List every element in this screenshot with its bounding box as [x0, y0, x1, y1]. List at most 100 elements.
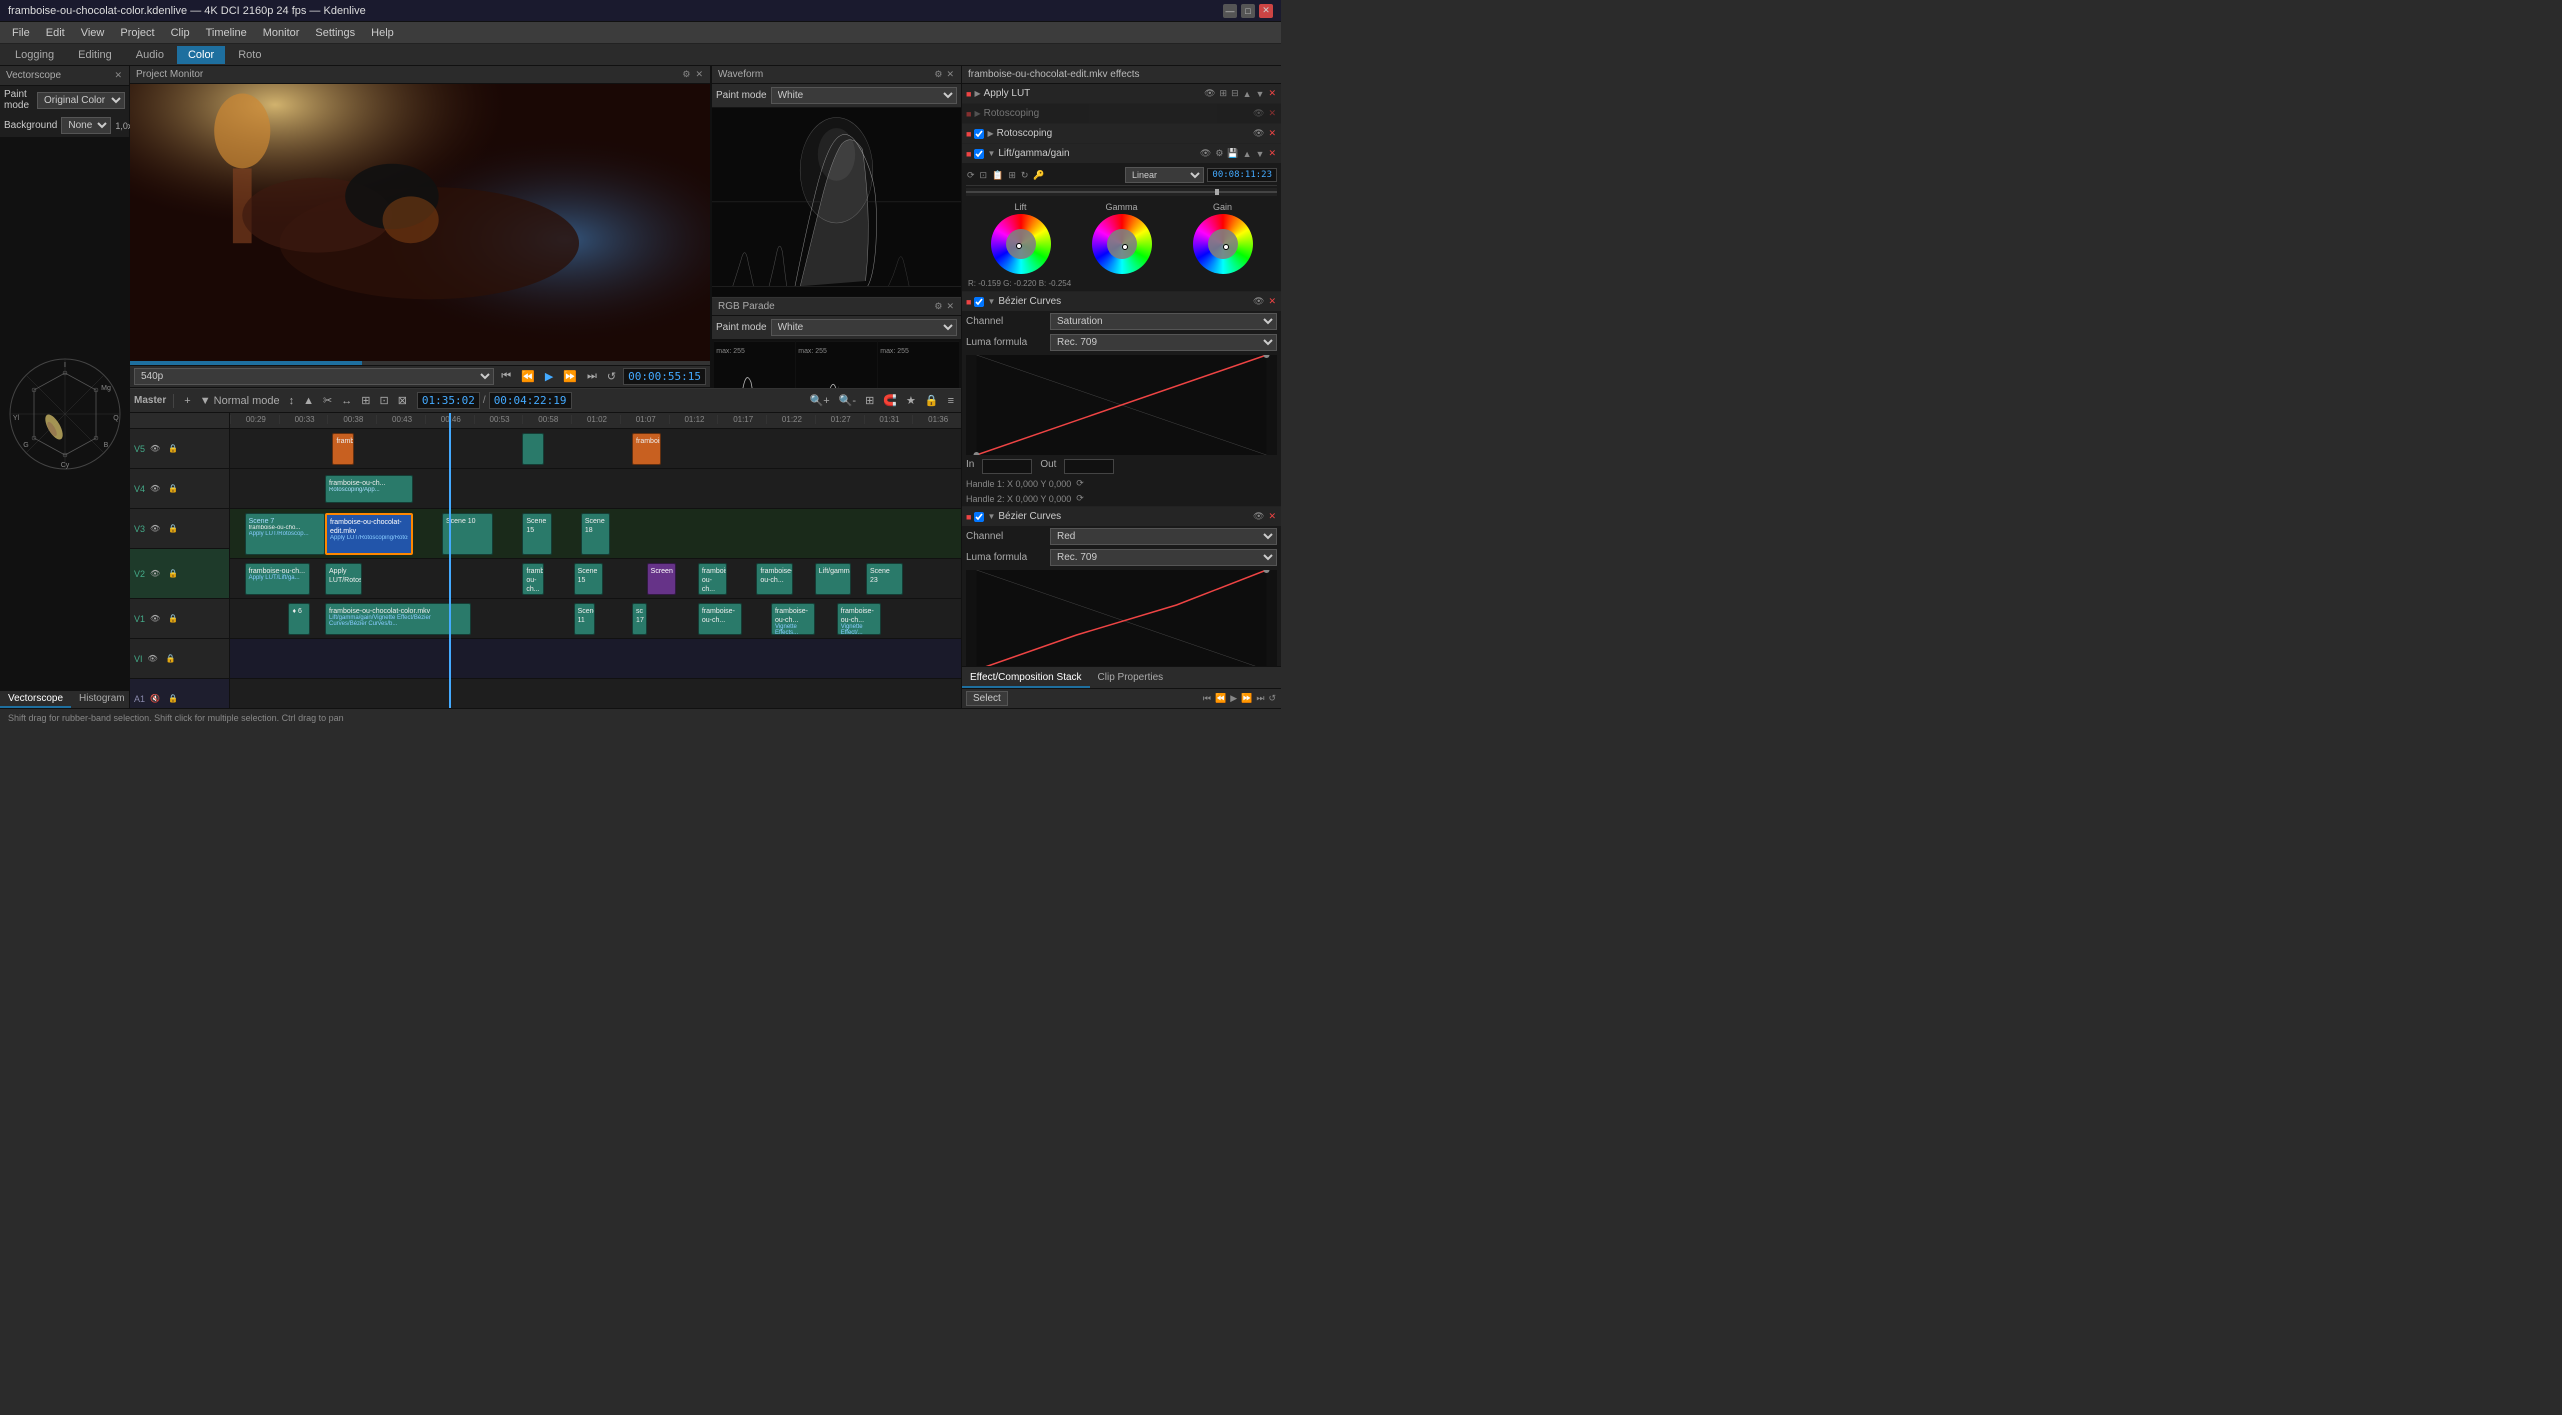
track-v4-eye[interactable]: 👁	[147, 483, 163, 494]
clip-v3-3[interactable]: Scene 15	[522, 513, 551, 555]
track-a1-lock[interactable]: 🔒	[165, 693, 181, 704]
tab-vectorscope[interactable]: Vectorscope	[0, 691, 71, 708]
vectorscope-close[interactable]: ✕	[113, 69, 123, 82]
effect-down-btn[interactable]: ▼	[1255, 87, 1266, 100]
effect-roto1-del[interactable]: ✕	[1267, 107, 1277, 120]
clip-v5-2[interactable]	[522, 433, 544, 465]
clip-v1-4[interactable]: sc 17	[632, 603, 647, 635]
effect-lgg-down[interactable]: ▼	[1255, 147, 1266, 160]
effect-roto2-del[interactable]: ✕	[1267, 127, 1277, 140]
tab-logging[interactable]: Logging	[4, 46, 65, 64]
tl-ungroup-btn[interactable]: ⊠	[395, 393, 410, 408]
resolution-select[interactable]: 540p	[134, 368, 494, 385]
lgg-ctrl-3[interactable]: 📋	[991, 169, 1004, 182]
tab-color[interactable]: Color	[177, 46, 225, 64]
effect-lgg-eye[interactable]: 👁	[1199, 147, 1212, 160]
clip-v5-3[interactable]: framboise	[632, 433, 661, 465]
menu-view[interactable]: View	[73, 25, 113, 41]
tl-mode-select[interactable]: ▼ Normal mode	[197, 394, 283, 408]
stack-play[interactable]: ▶	[1229, 692, 1238, 705]
lift-wheel[interactable]	[991, 214, 1051, 274]
effect-bezier1-checkbox[interactable]	[974, 297, 984, 307]
tab-histogram[interactable]: Histogram	[71, 691, 133, 708]
effect-roto1-eye[interactable]: 👁	[1252, 107, 1265, 120]
waveform-close[interactable]: ✕	[945, 68, 955, 81]
clip-v3-4[interactable]: Scene 18	[581, 513, 610, 555]
lgg-slider-thumb[interactable]	[1215, 189, 1219, 195]
lgg-ctrl-4[interactable]: ⊞	[1007, 169, 1017, 182]
clip-v1-6[interactable]: framboise-ou-ch... Vignette Effects...	[771, 603, 815, 635]
clip-v2-9[interactable]: Scene 23	[866, 563, 903, 595]
menu-file[interactable]: File	[4, 25, 38, 41]
gamma-wheel[interactable]	[1092, 214, 1152, 274]
effect-lgg-save[interactable]: 💾	[1226, 147, 1239, 160]
tl-zoom-in[interactable]: 🔍+	[807, 393, 833, 408]
tab-roto[interactable]: Roto	[227, 46, 272, 64]
tl-lock[interactable]: 🔒	[922, 393, 942, 408]
tl-add-btn[interactable]: +	[181, 394, 193, 408]
tl-razor-btn[interactable]: ✂	[320, 393, 335, 408]
menu-monitor[interactable]: Monitor	[255, 25, 308, 41]
bezier2-luma-select[interactable]: Rec. 709	[1050, 549, 1277, 566]
minimize-button[interactable]: —	[1223, 4, 1237, 18]
track-vi-lock[interactable]: 🔒	[163, 653, 179, 664]
stack-fwd[interactable]: ⏩	[1240, 692, 1253, 705]
tl-spacer-btn[interactable]: ↔	[338, 394, 355, 408]
effect-bezier2-eye[interactable]: 👁	[1252, 510, 1265, 523]
close-button[interactable]: ✕	[1259, 4, 1273, 18]
clip-v1-5[interactable]: framboise-ou-ch...	[698, 603, 742, 635]
paint-mode-select[interactable]: Original Color	[37, 92, 125, 109]
tab-clip-properties[interactable]: Clip Properties	[1090, 669, 1172, 688]
fast-forward-button[interactable]: ⏩	[560, 369, 580, 384]
bezier1-luma-select[interactable]: Rec. 709	[1050, 334, 1277, 351]
clip-v2-2[interactable]: Apply LUT/Rotoscop...	[325, 563, 362, 595]
skip-forward-button[interactable]: ⏭	[584, 369, 600, 384]
track-v2-lock[interactable]: 🔒	[165, 568, 181, 579]
effect-copy-btn[interactable]: ⊞	[1219, 87, 1229, 100]
effect-bezier2-del[interactable]: ✕	[1267, 510, 1277, 523]
track-v4-lock[interactable]: 🔒	[165, 483, 181, 494]
monitor-settings-btn[interactable]: ⚙	[681, 68, 691, 81]
tl-zoom-fit[interactable]: ⊞	[862, 393, 877, 408]
tab-editing[interactable]: Editing	[67, 46, 123, 64]
tl-more[interactable]: ≡	[945, 394, 957, 408]
lgg-preset-select[interactable]: Linear	[1125, 167, 1204, 183]
play-pause-button[interactable]: ▶	[542, 369, 556, 384]
lift-wheel-dot[interactable]	[1016, 243, 1022, 249]
bezier1-reset2-btn[interactable]: ⟳	[1075, 492, 1085, 505]
lgg-ctrl-1[interactable]: ⟳	[966, 169, 976, 182]
menu-timeline[interactable]: Timeline	[198, 25, 255, 41]
effect-paste-btn[interactable]: ⊟	[1230, 87, 1240, 100]
tl-align-btn[interactable]: ⊞	[358, 393, 373, 408]
stack-loop[interactable]: ↺	[1267, 692, 1277, 705]
track-v5-eye[interactable]: 👁	[147, 443, 163, 454]
gamma-wheel-dot[interactable]	[1122, 244, 1128, 250]
waveform-paint-select[interactable]: White	[771, 87, 957, 104]
tl-marker[interactable]: ★	[903, 393, 919, 408]
clip-v1-7[interactable]: framboise-ou-ch... Vignette Effect/...	[837, 603, 881, 635]
track-a1-mute[interactable]: 🔇	[147, 693, 163, 704]
clip-v2-6[interactable]: framboise-ou-ch...	[698, 563, 727, 595]
menu-project[interactable]: Project	[112, 25, 162, 41]
tl-snap[interactable]: 🧲	[880, 393, 900, 408]
track-v1-lock[interactable]: 🔒	[165, 613, 181, 624]
effect-lgg-del[interactable]: ✕	[1267, 147, 1277, 160]
menu-clip[interactable]: Clip	[163, 25, 198, 41]
effect-bezier1-del[interactable]: ✕	[1267, 295, 1277, 308]
clip-v4-1[interactable]: framboise-ou-ch... Rotoscoping/App...	[325, 475, 413, 503]
loop-button[interactable]: ↺	[604, 369, 619, 384]
stack-prev-frame[interactable]: ⏮	[1202, 692, 1212, 705]
clip-v1-3[interactable]: Scene 11	[574, 603, 596, 635]
rgb-close[interactable]: ✕	[945, 300, 955, 313]
menu-settings[interactable]: Settings	[307, 25, 363, 41]
gain-wheel-dot[interactable]	[1223, 244, 1229, 250]
clip-v3-1[interactable]: Scene 7 framboise-ou-cho... Apply LUT/Ro…	[245, 513, 325, 555]
clip-v2-5[interactable]: Screen	[647, 563, 676, 595]
menu-edit[interactable]: Edit	[38, 25, 73, 41]
effect-bezier2-checkbox[interactable]	[974, 512, 984, 522]
clip-v1-1[interactable]: ♦ 6	[288, 603, 310, 635]
bezier1-reset-btn[interactable]: ⟳	[1075, 477, 1085, 490]
lgg-ctrl-5[interactable]: ↻	[1020, 169, 1030, 182]
effect-roto2-eye[interactable]: 👁	[1252, 127, 1265, 140]
stack-rewind[interactable]: ⏪	[1214, 692, 1227, 705]
